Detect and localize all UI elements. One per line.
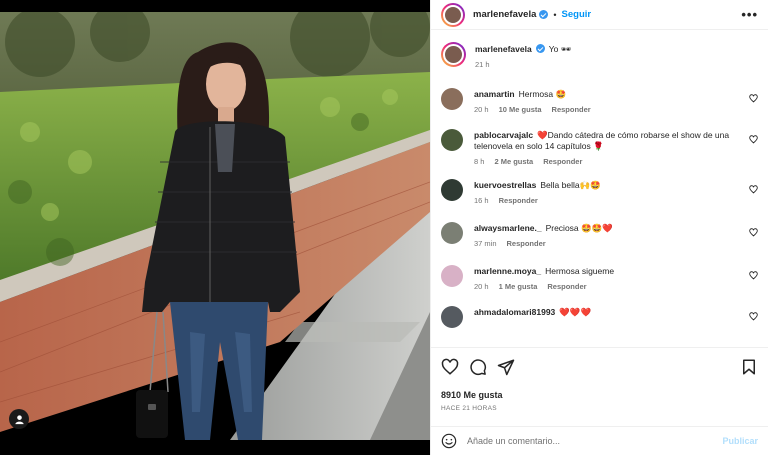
comment-text: Bella bella🙌🤩 [540,180,601,190]
like-comment-heart-icon[interactable] [749,312,758,321]
caption-text: Yo 🕶 [548,44,572,54]
commenter-avatar[interactable] [441,222,463,244]
caption-avatar[interactable] [441,42,466,67]
like-comment-heart-icon[interactable] [749,135,758,144]
commenter-avatar[interactable] [441,306,463,328]
author-avatar[interactable] [441,2,465,27]
caption-time: 21 h [475,60,490,69]
comment-time: 16 h [474,196,489,205]
comment-text: Hermosa 🤩 [518,89,567,99]
post-media-pane [0,0,430,455]
comment-item: marlenne.moya_ Hermosa sigueme 20 h 1 Me g… [441,265,758,292]
reply-button[interactable]: Responder [552,105,591,114]
comment-text: Hermosa sigueme [545,266,615,276]
post-photo-illustration [0,12,430,440]
verified-badge-icon [539,10,549,19]
post-header: marlenefavela • Seguir ••• [431,0,768,30]
comment-time: 37 min [474,239,497,248]
emoji-smiley-icon[interactable] [441,433,457,449]
commenter-username[interactable]: kuervoestrellas [474,180,536,190]
like-comment-heart-icon[interactable] [749,94,758,103]
share-send-icon[interactable] [497,358,515,376]
user-icon [14,414,24,424]
commenter-avatar[interactable] [441,129,463,151]
comments-list[interactable]: marlenefavela Yo 🕶 21 h anamartin Hermosa … [431,34,768,346]
post-actions: 8910 Me gusta HACE 21 HORAS [431,347,768,412]
comment-likes[interactable]: 2 Me gusta [494,157,533,166]
comment-likes[interactable]: 1 Me gusta [499,282,538,291]
post-photo[interactable] [0,12,430,440]
comment-text: Preciosa 🤩🤩❤️ [545,223,613,233]
reply-button[interactable]: Responder [543,157,582,166]
like-comment-heart-icon[interactable] [749,228,758,237]
comment-item: ahmadalomari81993 ❤️❤️❤️ [441,306,758,328]
commenter-username[interactable]: anamartin [474,89,515,99]
commenter-username[interactable]: pablocarvajalc [474,130,533,140]
author-username[interactable]: marlenefavela [473,9,536,20]
caption-username[interactable]: marlenefavela [475,44,532,54]
post-caption: marlenefavela Yo 🕶 21 h [441,34,758,76]
commenter-avatar[interactable] [441,265,463,287]
separator-dot: • [553,9,557,20]
likes-count[interactable]: 8910 Me gusta [441,390,758,400]
like-comment-heart-icon[interactable] [749,271,758,280]
post-timestamp: HACE 21 HORAS [441,405,497,412]
commenter-username[interactable]: alwaysmarlene._ [474,223,542,233]
post-details-panel: marlenefavela • Seguir ••• marlenefavela… [430,0,768,455]
verified-badge-icon [535,44,545,53]
comment-bubble-icon[interactable] [469,358,487,376]
comment-input[interactable] [467,436,723,446]
save-bookmark-icon[interactable] [740,358,758,376]
reply-button[interactable]: Responder [499,196,538,205]
add-comment-bar: Publicar [431,426,768,455]
comment-time: 20 h [474,105,489,114]
tagged-users-button[interactable] [9,409,29,429]
comment-likes[interactable]: 10 Me gusta [499,105,542,114]
comment-item: alwaysmarlene._ Preciosa 🤩🤩❤️ 37 min Respo… [441,222,758,249]
reply-button[interactable]: Responder [547,282,586,291]
commenter-avatar[interactable] [441,179,463,201]
more-options-icon[interactable]: ••• [741,7,758,22]
comment-item: anamartin Hermosa 🤩 20 h 10 Me gusta Respon… [441,88,758,115]
comment-time: 8 h [474,157,485,166]
commenter-username[interactable]: marlenne.moya_ [474,266,541,276]
reply-button[interactable]: Responder [507,239,546,248]
like-comment-heart-icon[interactable] [749,185,758,194]
like-heart-icon[interactable] [441,358,459,376]
comment-item: pablocarvajalc ❤️Dando cátedra de cómo ro… [441,129,758,167]
publish-button[interactable]: Publicar [722,436,758,446]
comment-item: kuervoestrellas Bella bella🙌🤩 16 h Respond… [441,179,758,206]
follow-button[interactable]: Seguir [562,9,592,20]
commenter-username[interactable]: ahmadalomari81993 [474,307,555,317]
comment-time: 20 h [474,282,489,291]
comment-text: ❤️❤️❤️ [559,307,592,317]
commenter-avatar[interactable] [441,88,463,110]
